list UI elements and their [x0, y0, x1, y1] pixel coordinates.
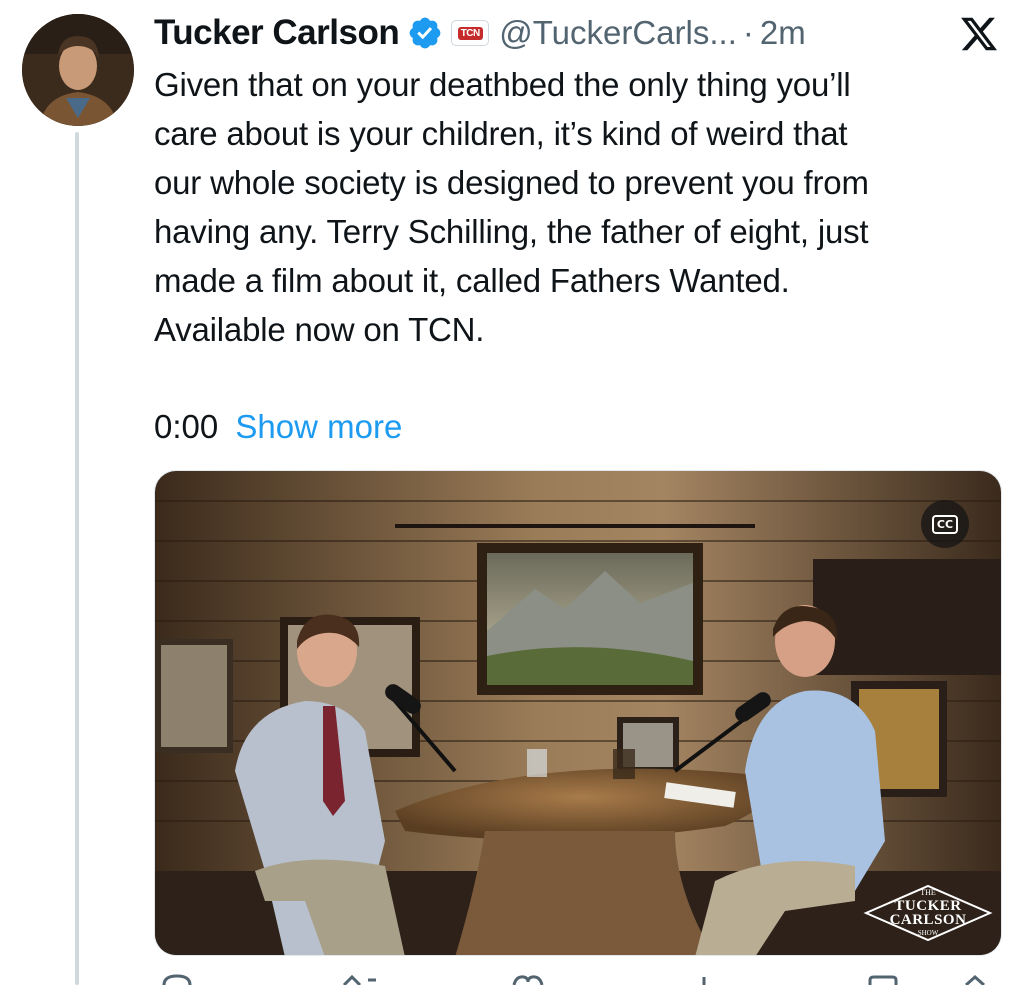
author-handle[interactable]: @TuckerCarls...	[499, 14, 737, 52]
affiliate-badge[interactable]: TCN	[451, 20, 490, 46]
x-logo-icon[interactable]	[958, 14, 1000, 54]
thread-line	[75, 132, 79, 985]
video-timer-row: 0:00 Show more	[154, 402, 402, 452]
tweet-header: Tucker Carlson TCN @TuckerCarls... · 2m	[154, 8, 806, 58]
video-timer: 0:00	[154, 408, 219, 445]
repost-icon[interactable]	[340, 972, 380, 985]
tweet-text: Given that on your deathbed the only thi…	[154, 66, 869, 348]
closed-captions-icon[interactable]: CC	[921, 500, 969, 548]
watermark-line2: CARLSON	[889, 912, 967, 928]
reply-icon[interactable]	[160, 972, 194, 985]
like-icon[interactable]	[510, 972, 546, 985]
verified-badge-icon[interactable]	[407, 15, 443, 51]
show-watermark-logo: THE TUCKER CARLSON SHOW	[862, 880, 994, 946]
bookmark-icon[interactable]	[866, 972, 900, 985]
watermark-show-text: SHOW	[917, 929, 939, 937]
closed-captions-label: CC	[931, 514, 959, 534]
timestamp[interactable]: 2m	[760, 14, 806, 52]
author-name[interactable]: Tucker Carlson	[154, 13, 400, 53]
avatar[interactable]	[22, 14, 134, 126]
tweet-action-bar	[154, 972, 1002, 985]
show-more-link[interactable]: Show more	[235, 408, 402, 445]
separator-dot: ·	[742, 14, 754, 51]
share-icon[interactable]	[960, 972, 990, 985]
watermark-small-text: THE	[920, 888, 936, 897]
views-icon[interactable]	[694, 972, 714, 985]
affiliate-badge-label: TCN	[457, 26, 483, 40]
